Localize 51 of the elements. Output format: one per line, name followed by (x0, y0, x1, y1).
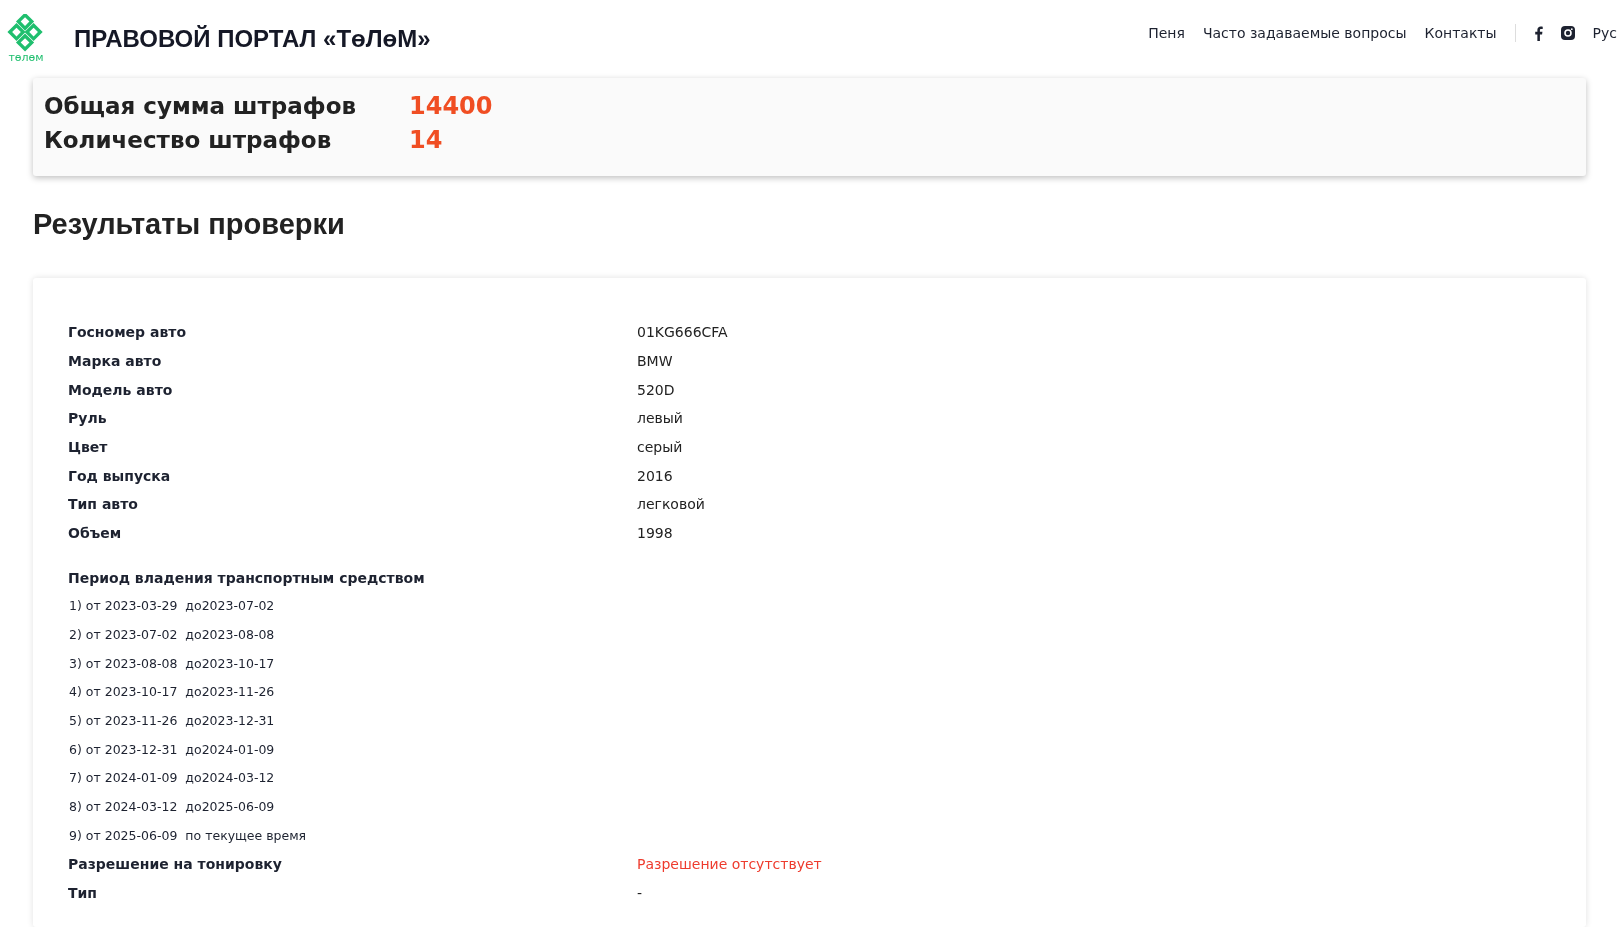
period-start: 9) от 2025-06-09 (69, 827, 178, 843)
field-label: Тип (68, 884, 99, 901)
summary-label: Общая сумма штрафов (44, 93, 357, 119)
field-value: BMW (637, 353, 673, 370)
field-label: Модель авто (68, 381, 174, 398)
nav-link[interactable]: Контакты (1424, 25, 1497, 41)
period-end: до2023-10-17 (185, 655, 275, 671)
field-label: Госномер авто (68, 324, 187, 341)
field-value: 520D (637, 381, 675, 398)
language-link[interactable]: Рус (1592, 25, 1617, 41)
period-start: 7) от 2024-01-09 (69, 770, 178, 786)
field-label: Год выпуска (68, 467, 172, 484)
field-value: 1998 (637, 525, 673, 542)
period-start: 1) от 2023-03-29 (69, 598, 178, 614)
period-end: до2025-06-09 (185, 799, 275, 815)
period-start: 4) от 2023-10-17 (69, 684, 178, 700)
instagram-icon[interactable] (1560, 26, 1575, 40)
field-value: легковой (637, 496, 705, 513)
period-end: до2024-03-12 (185, 770, 275, 786)
section-heading: Результаты проверки (33, 208, 346, 242)
field-value: Разрешение отсутствует (637, 856, 822, 873)
field-label: Разрешение на тонировку (68, 856, 283, 873)
field-label: Марка авто (68, 353, 163, 370)
nav-link[interactable]: Пеня (1148, 25, 1185, 41)
nav-link[interactable]: Часто задаваемые вопросы (1202, 25, 1407, 41)
period-end: до2023-07-02 (185, 598, 275, 614)
field-label: Тип авто (68, 496, 139, 513)
field-value: серый (637, 439, 683, 456)
site-title: ПРАВОВОЙ ПОРТАЛ «ТɵЛɵМ» (74, 25, 431, 53)
period-end: до2023-11-26 (185, 684, 275, 700)
section-label: Период владения транспортным средством (68, 568, 426, 588)
period-start: 5) от 2023-11-26 (69, 713, 178, 729)
period-start: 2) от 2023-07-02 (69, 627, 178, 643)
field-label: Объем (68, 525, 123, 542)
field-value: - (637, 884, 643, 901)
period-end: до2023-12-31 (185, 713, 275, 729)
facebook-icon[interactable] (1533, 25, 1543, 41)
field-value: 01KG666CFA (637, 324, 728, 341)
period-end: по текущее время (185, 827, 307, 843)
field-value: левый (637, 410, 683, 427)
field-value: 2016 (637, 467, 673, 484)
period-end: до2024-01-09 (185, 741, 275, 757)
period-end: до2023-08-08 (185, 627, 275, 643)
period-start: 3) от 2023-08-08 (69, 655, 178, 671)
summary-value: 14 (409, 126, 443, 154)
summary-label: Количество штрафов (44, 127, 333, 153)
period-start: 6) от 2023-12-31 (69, 741, 178, 757)
summary-value: 14400 (409, 92, 493, 120)
period-start: 8) от 2024-03-12 (69, 799, 178, 815)
field-label: Цвет (68, 439, 109, 456)
field-label: Руль (68, 410, 108, 427)
